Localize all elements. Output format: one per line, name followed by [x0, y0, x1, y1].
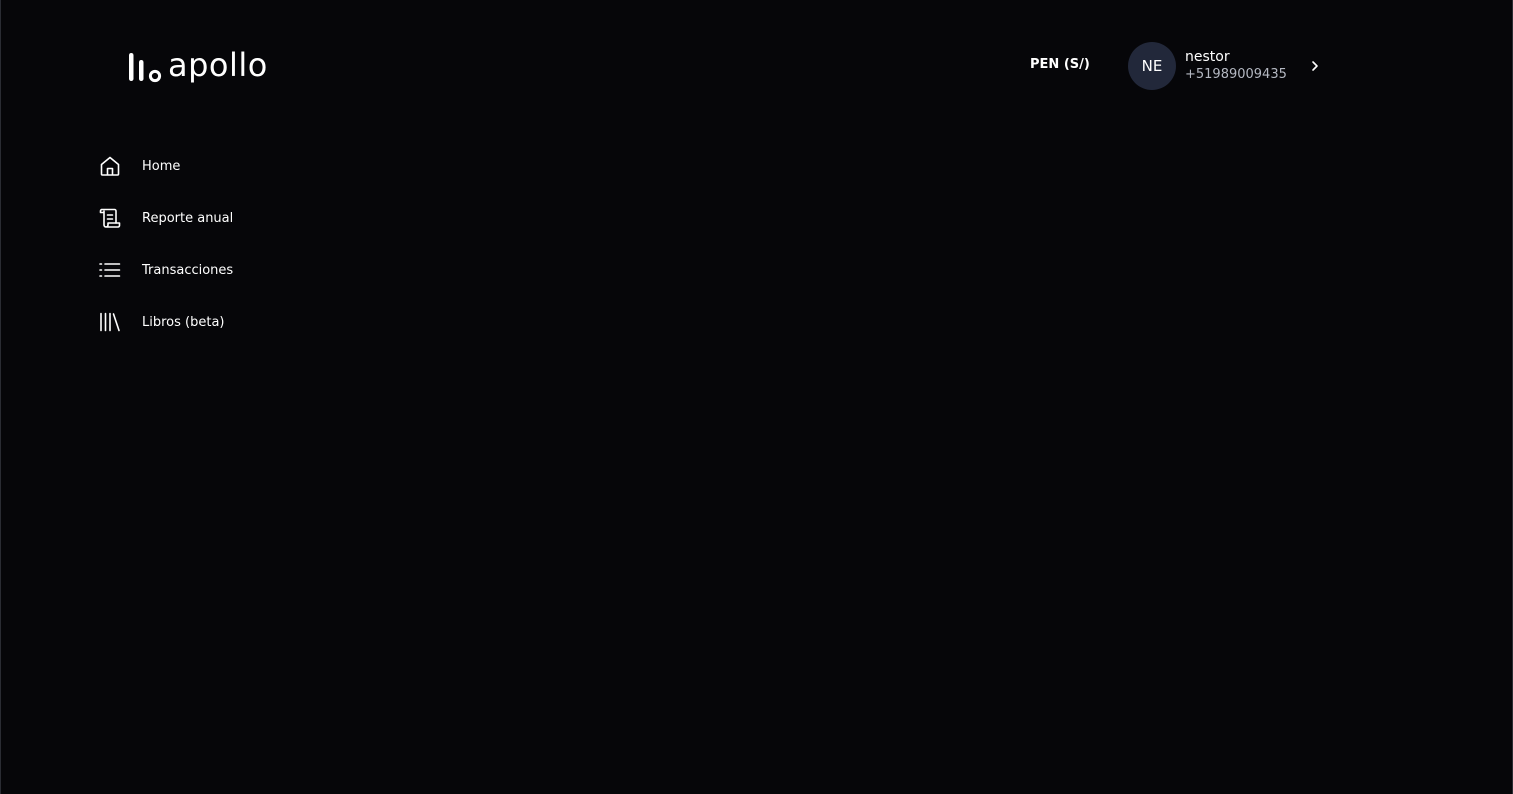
library-icon [98, 310, 122, 334]
user-profile-button[interactable]: NE nestor +51989009435 [1128, 42, 1321, 90]
logo-mark-icon [129, 53, 162, 83]
brand-logo[interactable]: apollo [128, 46, 268, 86]
sidebar-item-transacciones[interactable]: Transacciones [98, 256, 233, 284]
sidebar-item-label: Home [142, 158, 181, 174]
home-icon [98, 154, 122, 178]
avatar-initials: NE [1141, 57, 1163, 75]
sidebar-nav: Home Reporte anual Transacciones Libros … [98, 152, 233, 360]
sidebar-item-reporte-anual[interactable]: Reporte anual [98, 204, 233, 232]
avatar: NE [1128, 42, 1176, 90]
brand-name: apollo [168, 46, 268, 84]
sidebar-item-label: Libros (beta) [142, 314, 225, 330]
currency-selector[interactable]: PEN (S/) [1030, 57, 1090, 72]
sidebar-item-libros[interactable]: Libros (beta) [98, 308, 233, 336]
user-name: nestor [1185, 49, 1230, 65]
sidebar-item-label: Transacciones [142, 262, 234, 278]
list-icon [98, 258, 122, 282]
scroll-icon [98, 206, 122, 230]
chevron-right-icon[interactable] [1309, 60, 1321, 72]
profile-info: nestor +51989009435 [1185, 48, 1303, 84]
sidebar-item-label: Reporte anual [142, 210, 234, 226]
sidebar-item-home[interactable]: Home [98, 152, 233, 180]
user-phone: +51989009435 [1185, 67, 1287, 82]
